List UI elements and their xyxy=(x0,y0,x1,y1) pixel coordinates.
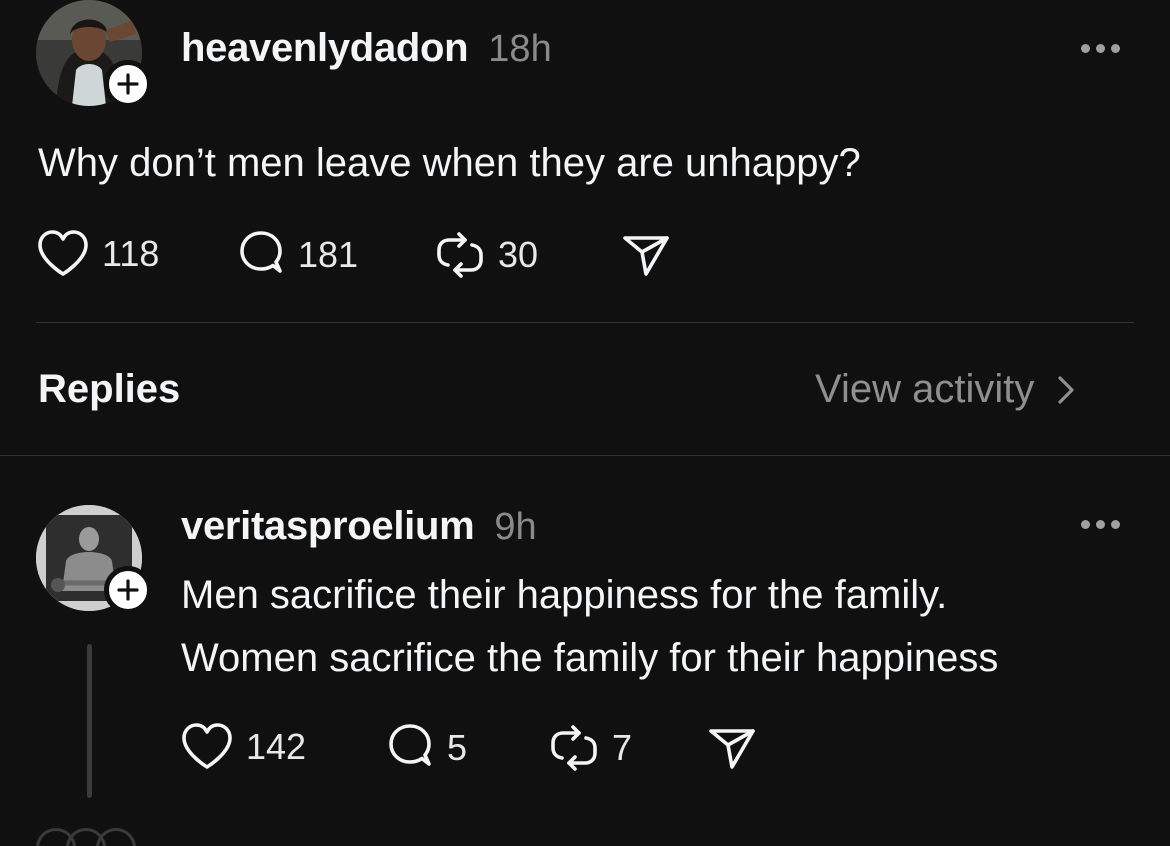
chevron-right-icon xyxy=(1058,375,1074,404)
share-button[interactable] xyxy=(620,230,672,287)
replies-divider xyxy=(0,455,1170,456)
more-dot-icon xyxy=(1081,44,1090,53)
view-activity-label: View activity xyxy=(815,367,1035,411)
reply-share-button[interactable] xyxy=(706,723,758,780)
reply-comment-button[interactable]: 5 xyxy=(385,722,467,774)
more-dot-icon xyxy=(1081,520,1090,529)
reply-comment-count: 5 xyxy=(447,727,468,768)
comment-icon xyxy=(240,231,282,273)
reply-repost-count: 7 xyxy=(612,727,633,768)
reply-header: veritasproelium 9h xyxy=(181,504,537,549)
post-divider xyxy=(36,322,1134,323)
view-activity-link[interactable]: View activity xyxy=(815,367,1076,412)
repost-icon xyxy=(437,232,483,278)
main-post-header: heavenlydadon 18h xyxy=(181,26,552,71)
follow-plus-button[interactable] xyxy=(104,60,152,108)
replies-label: Replies xyxy=(38,367,181,411)
comment-button[interactable]: 181 xyxy=(236,229,358,281)
repost-count: 30 xyxy=(498,234,539,275)
more-dot-icon xyxy=(1096,44,1105,53)
more-options-button[interactable] xyxy=(1081,44,1120,53)
main-post-text: Why don’t men leave when they are unhapp… xyxy=(38,141,861,185)
send-icon xyxy=(709,729,755,769)
main-post-time: 18h xyxy=(488,28,552,70)
reply-text-line: Women sacrifice the family for their hap… xyxy=(181,636,999,680)
next-reply-avatars xyxy=(36,826,146,846)
send-icon xyxy=(623,236,669,276)
main-post-username[interactable]: heavenlydadon xyxy=(181,26,469,71)
reply-follow-plus-button[interactable] xyxy=(104,566,152,614)
repost-button[interactable]: 30 xyxy=(434,229,538,281)
more-dot-icon xyxy=(1096,520,1105,529)
reply-text-line: Men sacrifice their happiness for the fa… xyxy=(181,573,948,617)
more-dot-icon xyxy=(1111,520,1120,529)
repost-icon xyxy=(551,725,597,771)
plus-icon xyxy=(117,579,139,601)
more-dot-icon xyxy=(1111,44,1120,53)
like-button[interactable]: 118 xyxy=(36,229,159,279)
reply-more-options-button[interactable] xyxy=(1081,520,1120,529)
thread-line xyxy=(87,644,92,798)
reply-text: Men sacrifice their happiness for the fa… xyxy=(181,564,998,690)
comment-count: 181 xyxy=(298,234,359,275)
like-count: 118 xyxy=(102,233,160,274)
reply-repost-button[interactable]: 7 xyxy=(548,722,632,774)
reply-username[interactable]: veritasproelium xyxy=(181,504,475,549)
plus-icon xyxy=(117,73,139,95)
heart-icon xyxy=(182,723,232,769)
comment-icon xyxy=(389,724,431,766)
reply-time: 9h xyxy=(494,506,537,548)
reply-like-count: 142 xyxy=(246,726,307,767)
reply-like-button[interactable]: 142 xyxy=(180,722,306,772)
heart-icon xyxy=(38,230,88,276)
